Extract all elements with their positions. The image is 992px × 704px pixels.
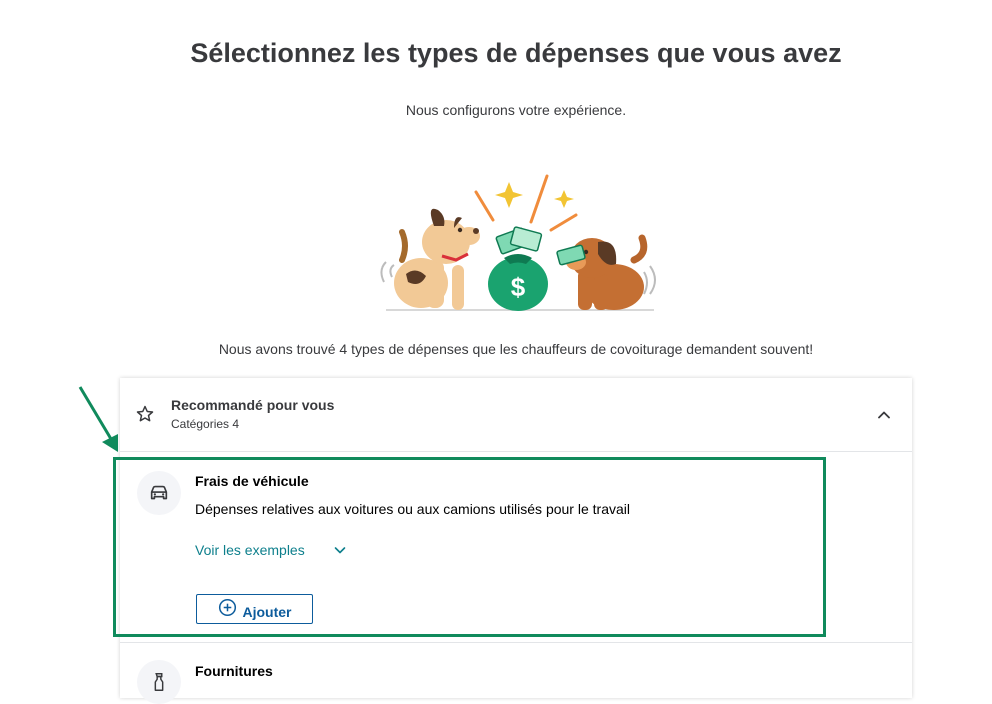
add-button-label: Ajouter — [242, 604, 292, 620]
recommended-card: Recommandé pour vous Catégories 4 Frais … — [120, 378, 912, 704]
recommended-count: Catégories 4 — [171, 417, 240, 431]
chevron-up-icon[interactable] — [874, 405, 894, 425]
item-icon-container — [137, 660, 181, 704]
spray-bottle-icon — [154, 673, 164, 691]
item-icon-container — [137, 471, 181, 515]
item-title: Frais de véhicule — [195, 473, 309, 489]
chevron-down-icon — [334, 547, 346, 554]
page-subtitle: Nous configurons votre expérience. — [405, 102, 627, 118]
recommended-header[interactable]: Recommandé pour vous Catégories 4 — [120, 378, 912, 452]
dogs-money-illustration: $ — [380, 174, 656, 311]
car-icon — [150, 485, 168, 500]
found-expenses-text: Nous avons trouvé 4 types de dépenses qu… — [218, 341, 814, 357]
expense-item-vehicle: Frais de véhicule Dépenses relatives aux… — [120, 452, 912, 642]
plus-circle-icon — [218, 598, 236, 616]
item-title: Fournitures — [195, 663, 273, 679]
add-button[interactable]: Ajouter — [196, 594, 313, 624]
item-description: Dépenses relatives aux voitures ou aux c… — [195, 501, 630, 517]
page-title: Sélectionnez les types de dépenses que v… — [190, 38, 842, 68]
view-examples-link[interactable]: Voir les exemples — [195, 540, 347, 560]
expense-item-supplies: Fournitures — [120, 642, 912, 704]
svg-text:$: $ — [511, 272, 526, 302]
view-examples-label: Voir les exemples — [195, 542, 305, 558]
arrow-annotation-icon — [78, 386, 118, 452]
star-icon — [136, 405, 154, 422]
recommended-title: Recommandé pour vous — [171, 397, 335, 413]
